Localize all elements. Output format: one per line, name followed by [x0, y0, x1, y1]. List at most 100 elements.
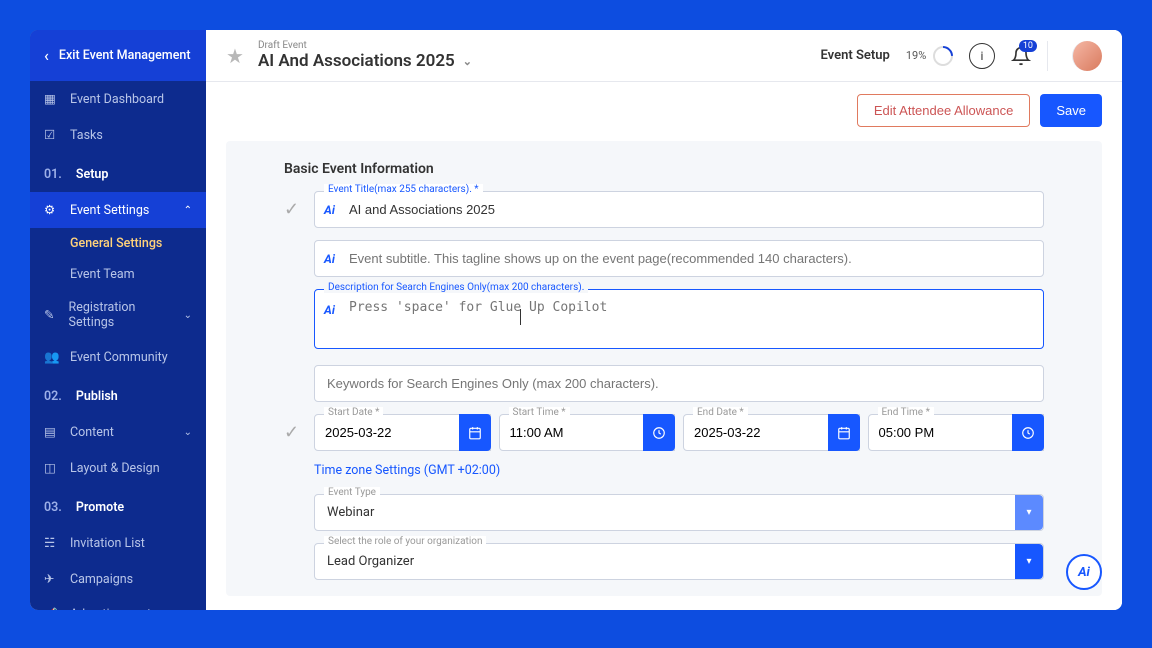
dates-field: Start Date * Start Time *: [314, 414, 1044, 451]
app-window: ‹ Exit Event Management ▦ Event Dashboar…: [30, 30, 1122, 610]
section-number: 02.: [44, 389, 62, 404]
page-title: AI And Associations 2025 ⌄: [258, 51, 472, 71]
keywords-input[interactable]: [314, 365, 1044, 402]
keywords-field: [314, 365, 1044, 402]
sidebar-subitem-general-settings[interactable]: General Settings: [30, 228, 206, 259]
sidebar-subitem-label: Event Team: [70, 267, 135, 282]
dashboard-icon: ▦: [44, 91, 60, 107]
sidebar-item-event-settings[interactable]: ⚙ Event Settings ⌃: [30, 192, 206, 228]
section-label: Promote: [76, 500, 124, 515]
sidebar-item-label: Campaigns: [70, 572, 133, 587]
notification-badge: 10: [1019, 40, 1037, 52]
description-field: Description for Search Engines Only(max …: [314, 289, 1044, 353]
sidebar-item-campaigns[interactable]: ✈ Campaigns: [30, 561, 206, 597]
advertisement-icon: 📣: [44, 607, 60, 610]
community-icon: 👥: [44, 350, 60, 365]
sidebar-item-invitation-list[interactable]: ☵ Invitation List: [30, 525, 206, 561]
save-button[interactable]: Save: [1040, 94, 1102, 127]
sidebar-scroll: ▦ Event Dashboard ☑ Tasks 01. Setup ⚙ Ev…: [30, 81, 206, 610]
sidebar-subitem-label: General Settings: [70, 236, 162, 251]
calendar-icon[interactable]: [459, 414, 491, 451]
field-row-description: Description for Search Engines Only(max …: [284, 289, 1044, 353]
exit-label: Exit Event Management: [59, 48, 191, 63]
text-cursor: [520, 309, 521, 325]
sidebar-subitem-event-team[interactable]: Event Team: [30, 259, 206, 290]
info-icon-button[interactable]: i: [969, 43, 995, 69]
title-block: Draft Event AI And Associations 2025 ⌄: [258, 40, 472, 71]
event-title-label: Event Title(max 255 characters). *: [324, 184, 483, 195]
event-setup-label: Event Setup: [821, 48, 890, 63]
role-select[interactable]: Lead Organizer ▾: [314, 543, 1044, 580]
role-value: Lead Organizer: [327, 554, 414, 569]
ai-copilot-icon[interactable]: Ai: [324, 303, 335, 317]
content-icon: ▤: [44, 424, 60, 440]
end-date-label: End Date *: [693, 407, 748, 418]
registration-icon: ✎: [44, 307, 59, 323]
dropdown-icon[interactable]: ▾: [1015, 495, 1043, 530]
field-row-dates: ✓ Start Date * Start Time *: [284, 414, 1044, 451]
sidebar-item-tasks[interactable]: ☑ Tasks: [30, 117, 206, 153]
end-date-field: End Date *: [683, 414, 860, 451]
field-row-event-title: ✓ Event Title(max 255 characters). * Ai: [284, 191, 1044, 228]
subtitle-field: Ai: [314, 240, 1044, 277]
favorite-star-icon[interactable]: ★: [226, 44, 244, 68]
user-avatar[interactable]: [1072, 41, 1102, 71]
sidebar-item-content[interactable]: ▤ Content ⌄: [30, 414, 206, 450]
clock-icon[interactable]: [1012, 414, 1044, 451]
sidebar-section-setup: 01. Setup: [30, 153, 206, 192]
sidebar-section-promote: 03. Promote: [30, 486, 206, 525]
field-row-event-type: Event Type Webinar ▾: [284, 494, 1044, 531]
settings-icon: ⚙: [44, 202, 60, 218]
start-date-label: Start Date *: [324, 407, 383, 418]
action-bar: Edit Attendee Allowance Save: [206, 82, 1122, 127]
topbar-right: Event Setup 19% i 10: [821, 41, 1102, 71]
timezone-settings-link[interactable]: Time zone Settings (GMT +02:00): [314, 463, 1044, 478]
sidebar-item-label: Invitation List: [70, 536, 145, 551]
field-row-role: Select the role of your organization Lea…: [284, 543, 1044, 580]
end-time-label: End Time *: [878, 407, 934, 418]
sidebar-item-event-dashboard[interactable]: ▦ Event Dashboard: [30, 81, 206, 117]
role-field: Select the role of your organization Lea…: [314, 543, 1044, 580]
chevron-down-icon: ⌄: [184, 427, 192, 438]
ai-copilot-fab[interactable]: Ai: [1066, 554, 1102, 590]
event-type-label: Event Type: [324, 487, 380, 498]
campaigns-icon: ✈: [44, 571, 60, 587]
sidebar-item-label: Content: [70, 425, 114, 440]
ai-copilot-icon[interactable]: Ai: [324, 203, 335, 217]
chevron-down-icon: ⌄: [184, 310, 192, 321]
section-title-basic-info: Basic Event Information: [284, 161, 1044, 177]
progress-ring-icon: [929, 41, 957, 69]
edit-attendee-allowance-button[interactable]: Edit Attendee Allowance: [857, 94, 1031, 127]
dropdown-icon[interactable]: ▾: [1015, 544, 1043, 579]
notifications-button[interactable]: 10: [1011, 46, 1031, 66]
draft-label: Draft Event: [258, 40, 472, 51]
main-panel: ★ Draft Event AI And Associations 2025 ⌄…: [206, 30, 1122, 610]
sidebar-item-event-community[interactable]: 👥 Event Community: [30, 340, 206, 375]
topbar: ★ Draft Event AI And Associations 2025 ⌄…: [206, 30, 1122, 82]
sidebar-item-advertisement[interactable]: 📣 Advertisement: [30, 597, 206, 610]
clock-icon[interactable]: [643, 414, 675, 451]
exit-event-management-button[interactable]: ‹ Exit Event Management: [30, 30, 206, 81]
event-type-select[interactable]: Webinar ▾: [314, 494, 1044, 531]
ai-copilot-icon[interactable]: Ai: [324, 252, 335, 266]
start-time-field: Start Time *: [499, 414, 676, 451]
calendar-icon[interactable]: [828, 414, 860, 451]
start-time-label: Start Time *: [509, 407, 570, 418]
description-textarea[interactable]: [314, 289, 1044, 349]
check-icon: ✓: [284, 422, 302, 443]
event-title-text: AI And Associations 2025: [258, 51, 455, 71]
section-number: 01.: [44, 167, 62, 182]
event-subtitle-input[interactable]: [314, 240, 1044, 277]
event-type-field: Event Type Webinar ▾: [314, 494, 1044, 531]
layout-icon: ◫: [44, 460, 60, 476]
event-title-input[interactable]: [314, 191, 1044, 228]
field-row-subtitle: Ai: [284, 240, 1044, 277]
sidebar-item-registration-settings[interactable]: ✎ Registration Settings ⌄: [30, 290, 206, 340]
start-date-field: Start Date *: [314, 414, 491, 451]
sidebar-item-layout-design[interactable]: ◫ Layout & Design: [30, 450, 206, 486]
title-dropdown-icon[interactable]: ⌄: [463, 55, 472, 68]
section-label: Setup: [76, 167, 109, 182]
sidebar-item-label: Event Settings: [70, 203, 149, 218]
content-wrap: Basic Event Information ✓ Event Title(ma…: [226, 141, 1102, 596]
sidebar-item-label: Registration Settings: [69, 300, 174, 330]
